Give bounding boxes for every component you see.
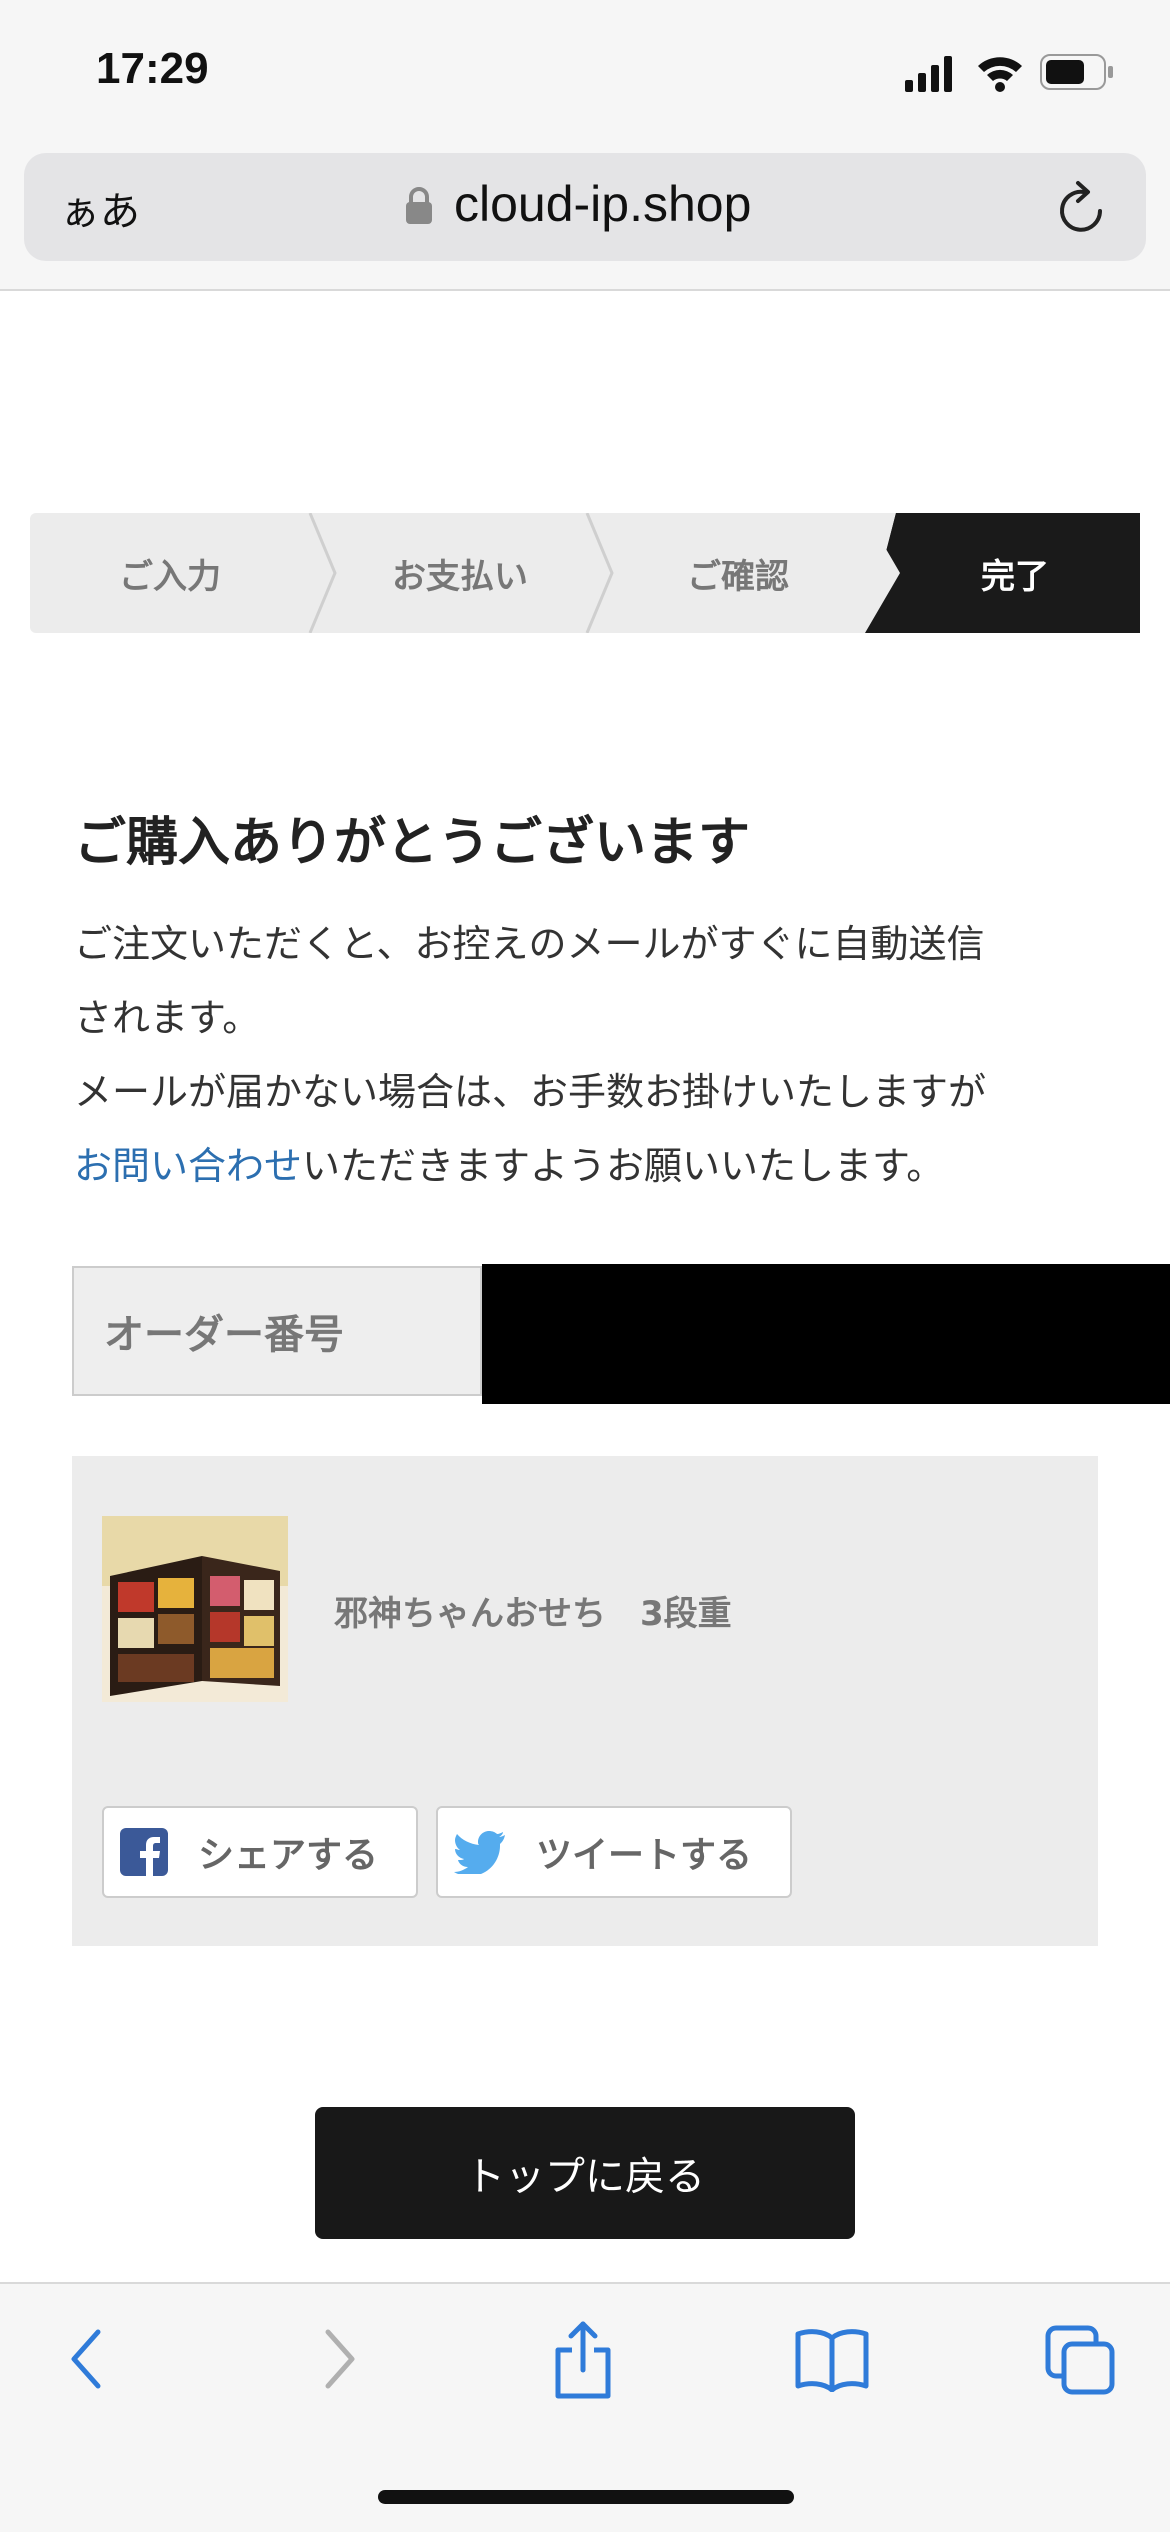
message-line-2: されます。 <box>74 996 261 1040</box>
product-box: 邪神ちゃんおせち 3段重 シェアする ツイートする <box>72 1456 1098 1946</box>
status-time: 17:29 <box>96 44 209 93</box>
url-text[interactable]: cloud-ip.shop <box>454 175 751 233</box>
facebook-icon <box>120 1828 168 1876</box>
tabs-icon[interactable] <box>1044 2324 1116 2396</box>
message-line-1: ご注文いただくと、お控えのメールがすぐに自動送信 <box>74 922 985 966</box>
message-line-4-text: いただきますようお願いいたします。 <box>302 1144 945 1188</box>
product-image <box>102 1516 288 1702</box>
back-to-top-button[interactable]: トップに戻る <box>315 2107 855 2239</box>
product-name: 邪神ちゃんおせち 3段重 <box>334 1594 732 1634</box>
battery-icon <box>1040 54 1113 90</box>
twitter-share-label: ツイートする <box>536 1835 753 1876</box>
order-number-label: オーダー番号 <box>72 1266 482 1396</box>
facebook-share-button[interactable]: シェアする <box>102 1806 418 1898</box>
address-bar[interactable]: ぁあ cloud-ip.shop <box>24 153 1146 261</box>
reload-icon[interactable] <box>1054 177 1110 237</box>
order-number-row: オーダー番号 <box>72 1264 1170 1404</box>
step-input: ご入力 <box>119 556 221 597</box>
twitter-share-button[interactable]: ツイートする <box>436 1806 792 1898</box>
twitter-icon <box>454 1831 505 1874</box>
facebook-share-label: シェアする <box>198 1835 379 1876</box>
checkout-steps: ご入力 お支払い ご確認 完了 <box>30 513 1140 633</box>
wifi-icon <box>978 57 1022 92</box>
text-size-button[interactable]: ぁあ <box>60 179 140 237</box>
step-complete: 完了 <box>981 556 1049 597</box>
contact-link[interactable]: お問い合わせ <box>74 1144 302 1188</box>
back-icon[interactable] <box>62 2324 112 2394</box>
signal-icon <box>905 56 952 92</box>
message-line-3: メールが届かない場合は、お手数お掛けいたしますが <box>74 1070 987 1114</box>
home-indicator <box>378 2490 794 2504</box>
bookmarks-icon[interactable] <box>794 2326 870 2392</box>
order-number-value-redacted <box>482 1264 1170 1404</box>
step-payment: お支払い <box>392 556 528 597</box>
page-title: ご購入ありがとうございます <box>74 813 751 873</box>
share-icon[interactable] <box>550 2320 616 2400</box>
step-confirm: ご確認 <box>687 556 789 597</box>
forward-icon[interactable] <box>314 2324 364 2394</box>
message-line-4: お問い合わせいただきますようお願いいたします。 <box>74 1129 1104 1203</box>
lock-icon <box>406 187 432 224</box>
